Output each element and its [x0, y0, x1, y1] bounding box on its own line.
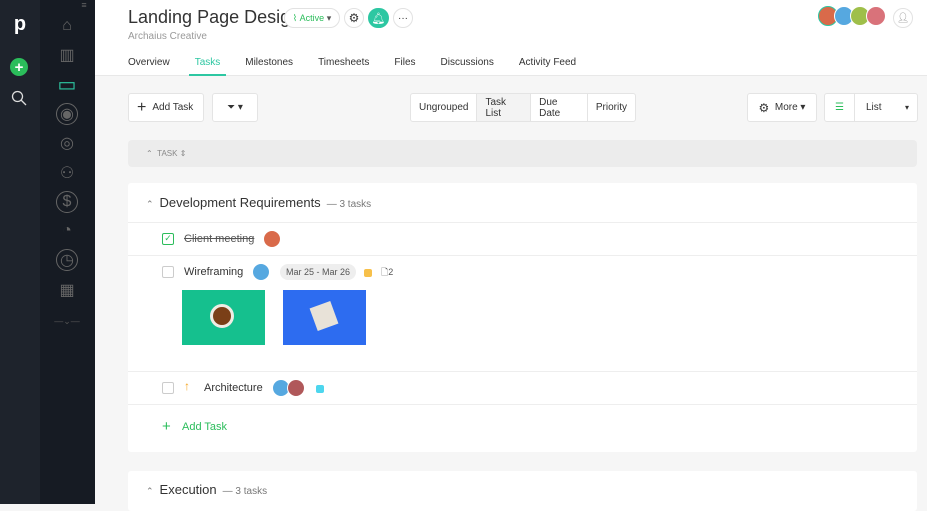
settings-button[interactable]: ⚙: [344, 8, 364, 28]
gear-icon: ⚙: [758, 100, 770, 115]
tab-tasks[interactable]: Tasks: [188, 57, 226, 76]
tag-color: [364, 269, 372, 277]
eye-icon[interactable]: ◎: [56, 132, 78, 154]
page-title: Landing Page Design: [128, 7, 301, 27]
collapse-icon[interactable]: ≡: [78, 0, 90, 10]
attachment-thumbnail[interactable]: [283, 290, 366, 345]
calendar-icon[interactable]: ▦: [56, 279, 78, 301]
add-task-button[interactable]: + Add Task: [128, 93, 204, 122]
user-circle-icon[interactable]: ◉: [56, 102, 78, 125]
attachments-count[interactable]: 🗋︎2: [381, 265, 393, 281]
filter-icon: ⏷: [227, 102, 236, 113]
tab-discussions[interactable]: Discussions: [441, 57, 494, 76]
group-due-date[interactable]: Due Date: [531, 94, 588, 121]
tab-files[interactable]: Files: [394, 57, 415, 76]
task-section: ⌃ Development Requirements — 3 tasks ✓ C…: [128, 183, 917, 452]
more-options-button[interactable]: ···: [393, 8, 413, 28]
status-label: Active: [299, 13, 325, 23]
avatar[interactable]: [263, 230, 281, 248]
tab-activity-feed[interactable]: Activity Feed: [519, 57, 576, 76]
plus-icon: +: [162, 418, 171, 435]
task-section: ⌃ Execution — 3 tasks: [128, 471, 917, 511]
section-count: — 3 tasks: [326, 199, 372, 210]
plus-icon: +: [137, 98, 147, 116]
member-avatars[interactable]: [818, 6, 898, 26]
building-icon[interactable]: ▥: [56, 44, 78, 66]
priority-up-icon: ↑: [184, 379, 190, 393]
group-priority[interactable]: Priority: [588, 94, 635, 121]
client-name[interactable]: Archaius Creative: [128, 31, 207, 42]
task-row[interactable]: ✓ Client meeting: [128, 222, 917, 255]
app-rail: p +: [0, 0, 40, 504]
list-view-icon[interactable]: ☰: [825, 94, 855, 121]
task-checkbox[interactable]: [162, 382, 174, 394]
add-task-row[interactable]: + Add Task: [128, 404, 917, 452]
notifications-button[interactable]: 🔔︎: [368, 8, 389, 28]
users-icon[interactable]: ⚇: [56, 162, 78, 184]
activity-icon: ⌇: [292, 12, 300, 23]
task-row[interactable]: Wireframing Mar 25 - Mar 26 🗋︎2: [128, 255, 917, 371]
more-label: More: [774, 102, 798, 113]
avatar[interactable]: [287, 379, 305, 397]
section-title: Execution: [159, 482, 217, 497]
pie-chart-icon[interactable]: ◔: [56, 220, 78, 242]
section-nav: ≡ ⌂ ▥ ▭ ◉ ◎ ⚇ $ ◔ ◷ ▦ —⌄—: [40, 0, 95, 504]
group-ungrouped[interactable]: Ungrouped: [411, 94, 478, 121]
section-count: — 3 tasks: [222, 486, 268, 497]
search-icon[interactable]: [10, 89, 28, 107]
home-icon[interactable]: ⌂: [56, 15, 78, 37]
tab-milestones[interactable]: Milestones: [245, 57, 293, 76]
project-header: Landing Page Design Archaius Creative ⌇ …: [95, 0, 927, 76]
task-row[interactable]: ↑ Architecture: [128, 371, 917, 404]
section-header[interactable]: ⌃ Execution — 3 tasks: [146, 482, 267, 497]
clock-icon[interactable]: ◷: [56, 249, 78, 272]
task-name[interactable]: Wireframing: [184, 266, 243, 278]
add-member-button[interactable]: 👤︎: [893, 8, 913, 28]
due-date-badge[interactable]: Mar 25 - Mar 26: [280, 264, 357, 280]
add-icon[interactable]: +: [10, 58, 28, 76]
folder-icon[interactable]: ▭: [56, 74, 78, 96]
avatar[interactable]: [866, 6, 886, 26]
avatar[interactable]: [252, 263, 270, 281]
task-name[interactable]: Architecture: [204, 382, 263, 394]
tag-color: [316, 385, 324, 393]
dollar-icon[interactable]: $: [56, 190, 78, 213]
group-by-segmented: Ungrouped Task List Due Date Priority: [410, 93, 636, 122]
logo[interactable]: p: [10, 13, 30, 35]
tab-timesheets[interactable]: Timesheets: [318, 57, 369, 76]
group-task-list[interactable]: Task List: [477, 94, 532, 121]
add-task-label: Add Task: [152, 102, 194, 113]
task-checkbox[interactable]: [162, 266, 174, 278]
attachment-thumbnail[interactable]: [182, 290, 265, 345]
section-header[interactable]: ⌃ Development Requirements — 3 tasks: [146, 195, 371, 210]
section-title: Development Requirements: [159, 195, 321, 210]
more-button[interactable]: ⚙ More ▾: [747, 93, 817, 122]
table-header[interactable]: ⌃ TASK ⇕: [128, 140, 917, 167]
task-checkbox[interactable]: ✓: [162, 233, 174, 245]
tab-overview[interactable]: Overview: [128, 57, 170, 76]
filter-button[interactable]: ⏷ ▾: [212, 93, 258, 122]
chevron-down-icon[interactable]: —⌄—: [52, 316, 82, 326]
task-name[interactable]: Client meeting: [184, 233, 254, 245]
view-label: List: [866, 102, 882, 113]
column-task: TASK: [157, 149, 178, 158]
view-dropdown[interactable]: ☰ List ▾: [824, 93, 918, 122]
add-task-link[interactable]: Add Task: [182, 421, 227, 433]
status-dropdown[interactable]: ⌇ Active ▾: [284, 8, 340, 28]
